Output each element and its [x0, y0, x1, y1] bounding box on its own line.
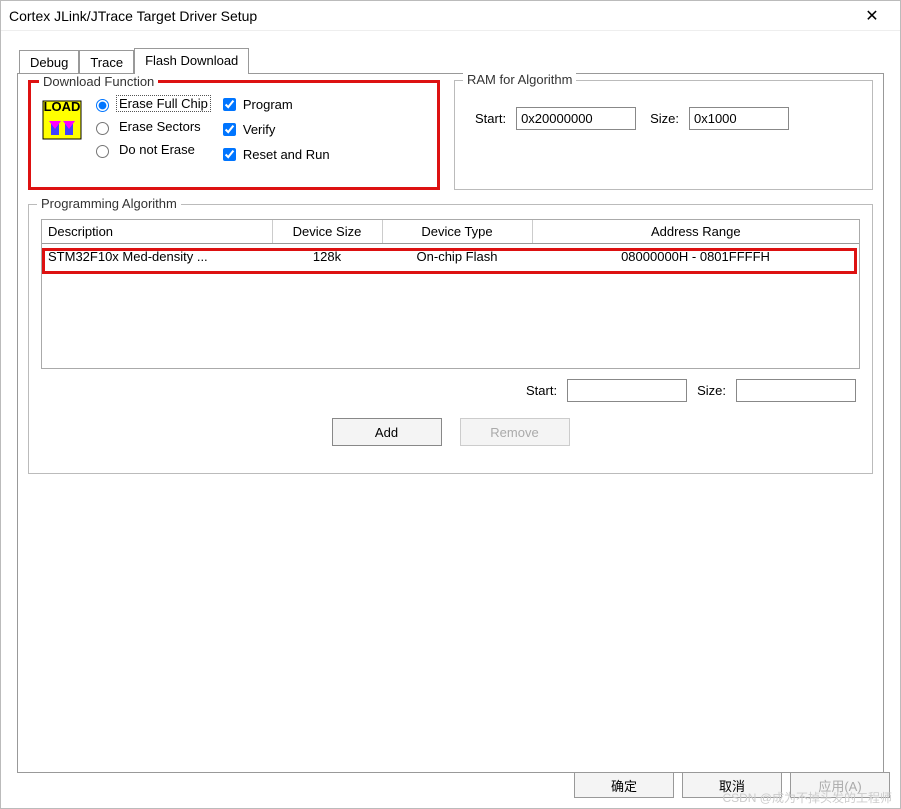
- cell-address-range: 08000000H - 0801FFFFH: [532, 244, 859, 270]
- col-device-type[interactable]: Device Type: [382, 220, 532, 244]
- ram-start-label: Start:: [475, 111, 506, 126]
- algorithm-table[interactable]: Description Device Size Device Type Addr…: [41, 219, 860, 369]
- radio-do-not-erase[interactable]: Do not Erase: [91, 141, 211, 158]
- ram-size-label: Size:: [650, 111, 679, 126]
- ram-size-input[interactable]: [689, 107, 789, 130]
- prog-legend: Programming Algorithm: [37, 196, 181, 211]
- add-button[interactable]: Add: [332, 418, 442, 446]
- client-area: Debug Trace Flash Download Download Func…: [1, 31, 900, 789]
- remove-button[interactable]: Remove: [460, 418, 570, 446]
- titlebar: Cortex JLink/JTrace Target Driver Setup …: [1, 1, 900, 31]
- cell-device-type: On-chip Flash: [382, 244, 532, 270]
- ram-start-input[interactable]: [516, 107, 636, 130]
- cancel-button[interactable]: 取消: [682, 772, 782, 798]
- driver-setup-dialog: Cortex JLink/JTrace Target Driver Setup …: [0, 0, 901, 809]
- programming-algorithm-group: Programming Algorithm Description Device…: [28, 204, 873, 474]
- download-function-group: Download Function LOAD Erase Full Chip: [28, 80, 440, 190]
- ram-legend: RAM for Algorithm: [463, 72, 576, 87]
- svg-text:LOAD: LOAD: [44, 99, 81, 114]
- dialog-footer: 确定 取消 应用(A): [574, 772, 890, 798]
- window-title: Cortex JLink/JTrace Target Driver Setup: [9, 8, 852, 24]
- col-device-size[interactable]: Device Size: [272, 220, 382, 244]
- radio-erase-full-chip[interactable]: Erase Full Chip: [91, 95, 211, 112]
- check-reset-and-run[interactable]: Reset and Run: [219, 145, 330, 164]
- tab-debug[interactable]: Debug: [19, 50, 79, 74]
- check-verify[interactable]: Verify: [219, 120, 330, 139]
- check-program[interactable]: Program: [219, 95, 330, 114]
- apply-button[interactable]: 应用(A): [790, 772, 890, 798]
- tab-trace[interactable]: Trace: [79, 50, 134, 74]
- tab-strip: Debug Trace Flash Download: [19, 47, 884, 73]
- table-row[interactable]: STM32F10x Med-density ... 128k On-chip F…: [42, 244, 859, 270]
- ram-for-algorithm-group: RAM for Algorithm Start: Size:: [454, 80, 873, 190]
- download-function-legend: Download Function: [39, 74, 158, 89]
- ok-button[interactable]: 确定: [574, 772, 674, 798]
- table-header-row: Description Device Size Device Type Addr…: [42, 220, 859, 244]
- prog-start-input[interactable]: [567, 379, 687, 402]
- cell-description: STM32F10x Med-density ...: [42, 244, 272, 270]
- prog-size-label: Size:: [697, 383, 726, 398]
- close-icon[interactable]: ✕: [852, 6, 892, 26]
- prog-size-input[interactable]: [736, 379, 856, 402]
- tab-flash-download[interactable]: Flash Download: [134, 48, 249, 74]
- tab-panel-flash: Download Function LOAD Erase Full Chip: [17, 73, 884, 773]
- load-icon: LOAD: [41, 99, 83, 141]
- cell-device-size: 128k: [272, 244, 382, 270]
- col-address-range[interactable]: Address Range: [532, 220, 859, 244]
- radio-erase-sectors[interactable]: Erase Sectors: [91, 118, 211, 135]
- col-description[interactable]: Description: [42, 220, 272, 244]
- prog-start-label: Start:: [526, 383, 557, 398]
